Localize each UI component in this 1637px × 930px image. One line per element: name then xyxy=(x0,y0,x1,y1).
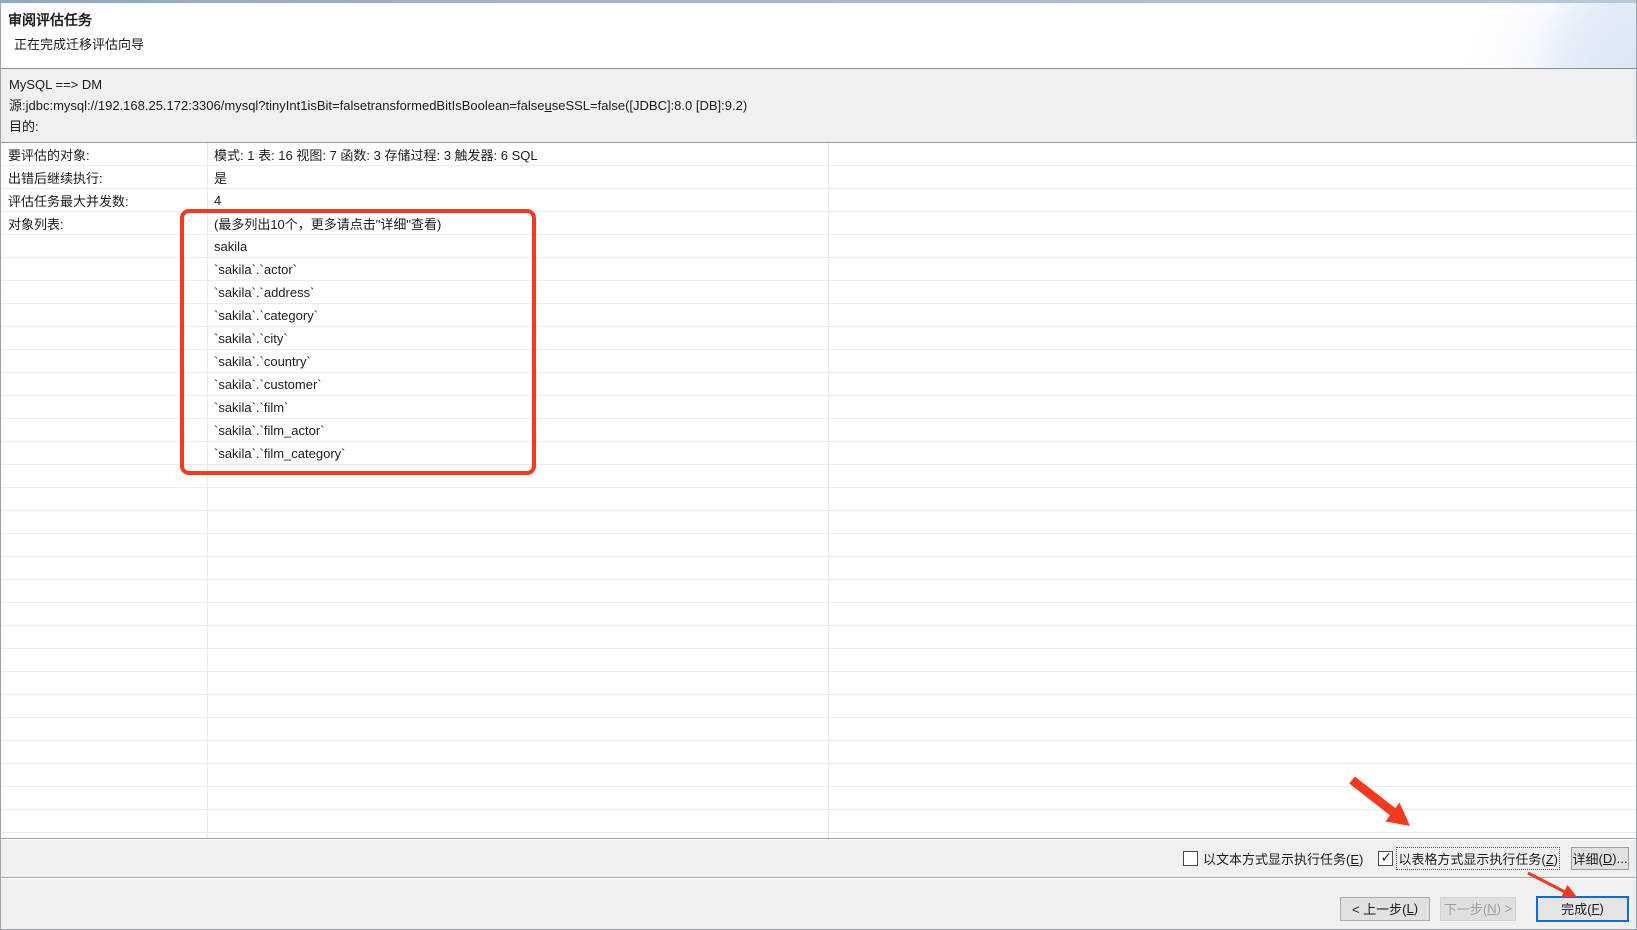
migration-wizard-dialog: 审阅评估任务 正在完成迁移评估向导 MySQL ==> DM 源:jdbc:my… xyxy=(0,0,1637,930)
table-row: 出错后继续执行: 是 xyxy=(1,166,1636,189)
display-options-bar: 以文本方式显示执行任务(E) 以表格方式显示执行任务(Z) 详细(D)... xyxy=(1,840,1636,877)
table-mode-label: 以表格方式显示执行任务(Z) xyxy=(1396,847,1560,870)
checkbox-checked-icon[interactable] xyxy=(1378,849,1394,866)
row-label: 对象列表: xyxy=(8,217,64,232)
text-mode-label: 以文本方式显示执行任务(E) xyxy=(1203,852,1364,867)
object-list-item: `sakila`.`actor` xyxy=(214,262,298,277)
object-list-item: sakila xyxy=(214,239,248,254)
object-list-item: `sakila`.`film_category` xyxy=(214,446,346,461)
table-row: 评估任务最大并发数: 4 xyxy=(1,189,1636,212)
object-list-item: `sakila`.`city` xyxy=(214,331,288,346)
wizard-header: 审阅评估任务 正在完成迁移评估向导 xyxy=(1,3,1636,68)
object-list-item: `sakila`.`category` xyxy=(214,308,319,323)
migration-route: MySQL ==> DM xyxy=(9,77,103,92)
table-mode-checkbox[interactable]: 以表格方式显示执行任务(Z) xyxy=(1378,847,1560,870)
finish-button[interactable]: 完成(F) xyxy=(1536,895,1629,922)
object-list-item: `sakila`.`film_actor` xyxy=(214,423,325,438)
target-label: 目的: xyxy=(9,119,39,134)
row-value: (最多列出10个，更多请点击"详细"查看) xyxy=(214,217,442,232)
header-gradient-decoration xyxy=(1336,3,1636,68)
evaluation-summary-table: 要评估的对象: 模式: 1 表: 16 视图: 7 函数: 3 存储过程: 3 … xyxy=(1,142,1636,839)
source-url: 源:jdbc:mysql://192.168.25.172:3306/mysql… xyxy=(9,98,748,113)
connection-info-panel: MySQL ==> DM 源:jdbc:mysql://192.168.25.1… xyxy=(1,69,1636,142)
back-button[interactable]: < 上一步(L) xyxy=(1340,896,1430,921)
row-value: 4 xyxy=(214,193,222,208)
next-button[interactable]: 下一步(N) > xyxy=(1440,896,1516,921)
row-label: 出错后继续执行: xyxy=(8,171,103,186)
row-label: 要评估的对象: xyxy=(8,148,90,163)
checkbox-icon[interactable] xyxy=(1183,851,1198,866)
source-url-underlined-char: u xyxy=(544,98,552,113)
row-label: 评估任务最大并发数: xyxy=(8,194,129,209)
page-subtitle: 正在完成迁移评估向导 xyxy=(14,37,145,52)
object-list-item: `sakila`.`country` xyxy=(214,354,311,369)
object-list-item: `sakila`.`address` xyxy=(214,285,315,300)
wizard-nav-bar: < 上一步(L) 下一步(N) > 完成(F) xyxy=(1,879,1636,929)
page-title: 审阅评估任务 xyxy=(8,12,92,28)
row-value: 是 xyxy=(214,171,228,186)
object-list-item: `sakila`.`customer` xyxy=(214,377,322,392)
table-row: 要评估的对象: 模式: 1 表: 16 视图: 7 函数: 3 存储过程: 3 … xyxy=(1,143,1636,166)
table-row: 对象列表: (最多列出10个，更多请点击"详细"查看) xyxy=(1,212,1636,235)
text-mode-checkbox[interactable]: 以文本方式显示执行任务(E) xyxy=(1183,849,1363,868)
detail-button[interactable]: 详细(D)... xyxy=(1571,847,1629,870)
row-value: 模式: 1 表: 16 视图: 7 函数: 3 存储过程: 3 触发器: 6 S… xyxy=(214,148,538,163)
object-list-item: `sakila`.`film` xyxy=(214,400,289,415)
